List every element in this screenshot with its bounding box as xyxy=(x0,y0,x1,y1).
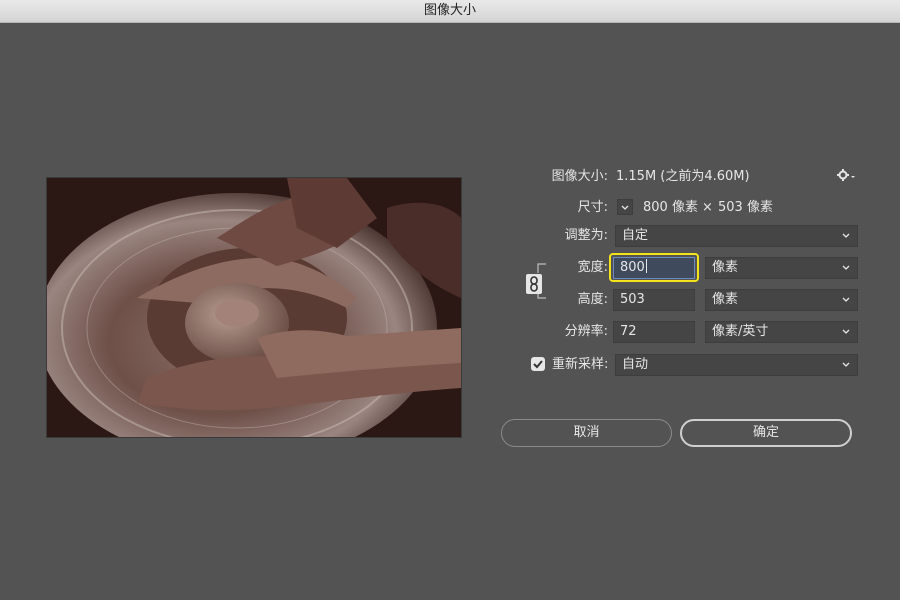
height-input[interactable]: 503 xyxy=(613,289,695,311)
resolution-input[interactable]: 72 xyxy=(613,321,695,343)
dimensions-times: × xyxy=(702,200,713,215)
settings-gear-button[interactable] xyxy=(836,168,856,184)
image-size-value: 1.15M (之前为4.60M) xyxy=(616,169,750,184)
image-preview[interactable] xyxy=(46,177,462,438)
resolution-value: 72 xyxy=(620,324,637,339)
height-label: 高度: xyxy=(577,292,608,307)
resample-checkbox[interactable] xyxy=(531,357,545,371)
dimensions-label: 尺寸: xyxy=(577,200,608,215)
fit-to-select[interactable]: 自定 xyxy=(615,225,858,247)
cancel-button[interactable]: 取消 xyxy=(501,419,672,447)
chevron-down-icon xyxy=(842,329,850,334)
height-unit-select[interactable]: 像素 xyxy=(705,289,858,311)
resolution-label: 分辨率: xyxy=(564,324,608,339)
chevron-down-icon xyxy=(842,362,850,367)
dimensions-width: 800 像素 xyxy=(643,200,698,215)
pottery-photo xyxy=(47,178,461,437)
window-titlebar: 图像大小 xyxy=(0,0,900,23)
height-value: 503 xyxy=(620,292,645,307)
height-unit-value: 像素 xyxy=(712,292,739,307)
dimensions-unit-dropdown[interactable] xyxy=(617,199,633,215)
resample-value: 自动 xyxy=(622,357,649,372)
image-size-label: 图像大小: xyxy=(551,169,608,184)
dimensions-height: 503 像素 xyxy=(718,200,773,215)
focus-highlight xyxy=(609,253,699,282)
resample-label: 重新采样: xyxy=(552,357,609,372)
gear-icon xyxy=(837,169,855,181)
width-unit-value: 像素 xyxy=(712,260,739,275)
ok-button[interactable]: 确定 xyxy=(680,419,852,447)
fit-to-label: 调整为: xyxy=(564,228,608,243)
chevron-down-icon xyxy=(842,233,850,238)
chevron-down-icon xyxy=(621,205,629,210)
window-title: 图像大小 xyxy=(423,3,476,18)
checkmark-icon xyxy=(533,360,543,369)
resolution-unit-value: 像素/英寸 xyxy=(712,324,769,339)
chevron-down-icon xyxy=(842,265,850,270)
resolution-unit-select[interactable]: 像素/英寸 xyxy=(705,321,858,343)
fit-to-value: 自定 xyxy=(622,228,649,243)
resample-select[interactable]: 自动 xyxy=(615,354,858,376)
width-label: 宽度: xyxy=(577,260,608,275)
width-unit-select[interactable]: 像素 xyxy=(705,257,858,279)
chevron-down-icon xyxy=(842,297,850,302)
